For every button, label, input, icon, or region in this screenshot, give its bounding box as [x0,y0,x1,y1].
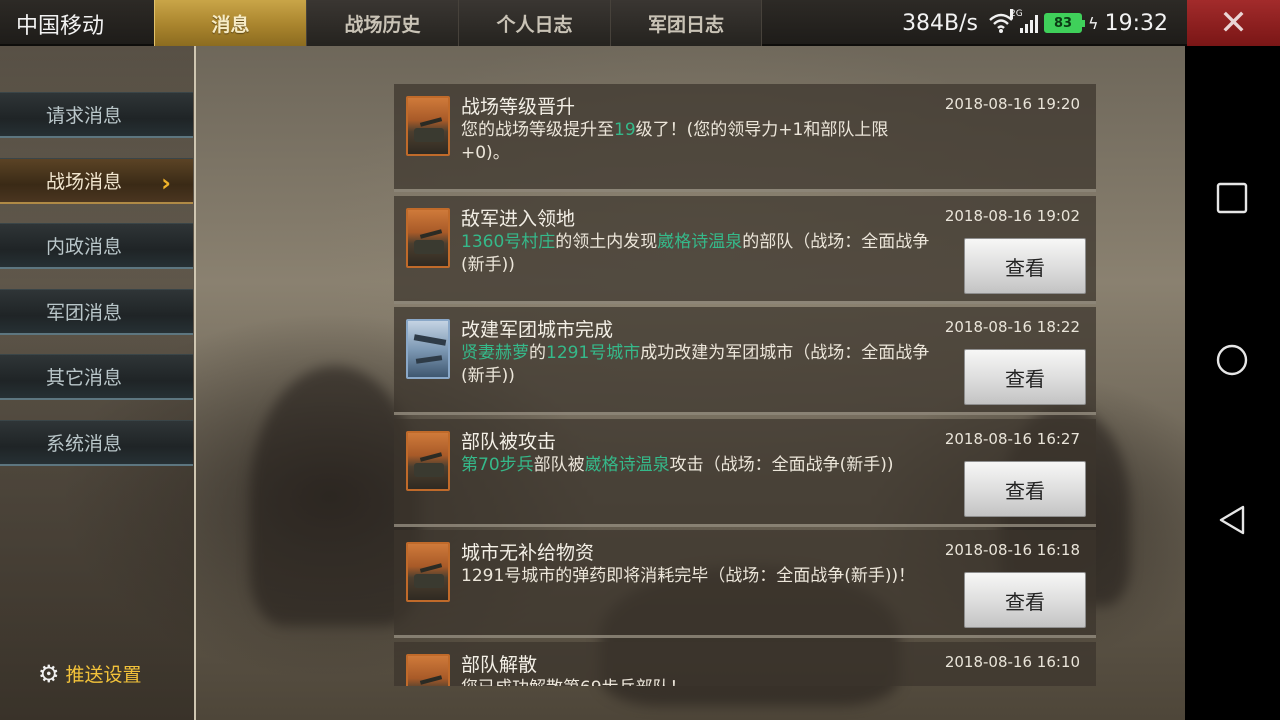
message-time: 2018-08-16 16:18 [944,541,1080,559]
close-button[interactable]: ✕ [1187,0,1280,46]
sidebar-item-label: 系统消息 [46,433,123,455]
recent-apps-icon[interactable] [1216,182,1248,214]
sidebar-item-domestic[interactable]: 内政消息 [0,223,193,269]
charging-icon: ϟ [1088,13,1099,33]
message-time: 2018-08-16 19:02 [944,207,1080,225]
message-body: 1291号城市的弹药即将消耗完毕（战场：全面战争(新手))！ [461,565,936,588]
message-item[interactable]: 改建军团城市完成 2018-08-16 18:22 贤妻赫萝的1291号城市成功改建… [394,307,1096,415]
message-title: 战场等级晋升 [461,96,576,118]
net-speed: 384B/s [902,10,979,36]
sidebar-item-legion[interactable]: 军团消息 [0,289,193,335]
body-text: 1291号城市的弹药即将消耗完毕（战场：全面战争(新手))！ [461,566,916,586]
message-time: 2018-08-16 16:27 [944,430,1080,448]
signal-icon: 2G [1010,9,1039,33]
sidebar-item-battlefield[interactable]: 战场消息 › [0,158,193,204]
body-text: 的领土内发现 [555,232,658,252]
message-time: 2018-08-16 16:10 [944,653,1080,671]
sidebar-item-label: 战场消息 [46,171,123,193]
tank-avatar-icon [406,96,450,156]
highlight-text: 1291号城市 [546,343,641,363]
body-text: 的 [529,343,546,363]
battery-level: 83 [1053,15,1073,31]
clock: 19:32 [1104,10,1168,36]
sidebar-item-request[interactable]: 请求消息 [0,92,193,138]
message-list[interactable]: 战场等级晋升 2018-08-16 19:20 您的战场等级提升至19级了！(您的领… [394,84,1096,686]
tank-avatar-icon [406,654,450,686]
tank-avatar-icon [406,542,450,602]
highlight-text: 贤妻赫萝 [461,343,529,363]
tab-messages[interactable]: 消息 [154,0,306,46]
message-title: 改建军团城市完成 [461,319,614,341]
message-item[interactable]: 战场等级晋升 2018-08-16 19:20 您的战场等级提升至19级了！(您的领… [394,84,1096,192]
top-bar: 中国移动 消息 战场历史 个人日志 军团日志 384B/s 2G 83 ϟ 19… [0,0,1280,46]
system-status: 384B/s 2G 83 ϟ 19:32 [902,0,1168,46]
message-item[interactable]: 部队解散 2018-08-16 16:10 您已成功解散第69步兵部队！ [394,642,1096,686]
sidebar-item-label: 内政消息 [46,236,123,258]
message-time: 2018-08-16 19:20 [944,95,1080,113]
sidebar-item-label: 其它消息 [46,367,123,389]
highlight-text: 第70步兵 [461,455,534,475]
message-item[interactable]: 城市无补给物资 2018-08-16 16:18 1291号城市的弹药即将消耗完毕（… [394,530,1096,638]
sidebar: 请求消息 战场消息 › 内政消息 军团消息 其它消息 系统消息 ⚙ 推送设置 [0,46,196,720]
message-title: 敌军进入领地 [461,208,576,230]
message-item[interactable]: 部队被攻击 2018-08-16 16:27 第70步兵部队被崴格诗温泉攻击（战场：… [394,419,1096,527]
message-time: 2018-08-16 18:22 [944,318,1080,336]
message-title: 部队被攻击 [461,431,557,453]
view-button[interactable]: 查看 [964,349,1086,405]
carrier-name: 中国移动 [16,14,105,39]
android-nav-bar [1185,46,1280,720]
sidebar-item-label: 军团消息 [46,302,123,324]
message-body: 第70步兵部队被崴格诗温泉攻击（战场：全面战争(新手)) [461,454,936,477]
tank-avatar-icon [406,208,450,268]
highlight-text: 19 [614,120,636,140]
tab-legion-log[interactable]: 军团日志 [610,0,762,46]
plane-avatar-icon [406,319,450,379]
back-icon[interactable] [1216,504,1248,536]
tank-avatar-icon [406,431,450,491]
message-body: 贤妻赫萝的1291号城市成功改建为军团城市（战场：全面战争(新手)) [461,342,936,388]
message-title: 部队解散 [461,654,538,676]
gear-icon: ⚙ [38,659,60,688]
signal-label: 2G [1010,9,1023,19]
sidebar-item-label: 请求消息 [46,105,123,127]
view-button[interactable]: 查看 [964,461,1086,517]
message-body: 您的战场等级提升至19级了！(您的领导力+1和部队上限+0)。 [461,119,936,165]
body-text: 攻击（战场：全面战争(新手)) [669,455,894,475]
push-settings-button[interactable]: ⚙ 推送设置 [38,660,142,687]
sidebar-item-other[interactable]: 其它消息 [0,354,193,400]
battery-icon: 83 [1044,13,1086,33]
close-icon: ✕ [1219,3,1248,43]
message-title: 城市无补给物资 [461,542,595,564]
highlight-text: 崴格诗温泉 [584,455,670,475]
sidebar-item-system[interactable]: 系统消息 [0,420,193,466]
highlight-text: 1360号村庄 [461,232,556,252]
chevron-right-icon: › [161,169,171,197]
message-body: 您已成功解散第69步兵部队！ [461,677,936,686]
message-body: 1360号村庄的领土内发现崴格诗温泉的部队（战场：全面战争(新手)) [461,231,936,277]
home-icon[interactable] [1216,344,1248,376]
push-settings-label: 推送设置 [65,664,142,686]
message-item[interactable]: 敌军进入领地 2018-08-16 19:02 1360号村庄的领土内发现崴格诗温泉… [394,196,1096,304]
view-button[interactable]: 查看 [964,572,1086,628]
highlight-text: 崴格诗温泉 [657,232,743,252]
view-button[interactable]: 查看 [964,238,1086,294]
body-text: 您的战场等级提升至 [461,120,614,140]
tab-personal-log[interactable]: 个人日志 [458,0,610,46]
body-text: 部队被 [533,455,585,475]
tab-battle-history[interactable]: 战场历史 [306,0,458,46]
body-text: 您已成功解散第69步兵部队！ [461,678,687,686]
